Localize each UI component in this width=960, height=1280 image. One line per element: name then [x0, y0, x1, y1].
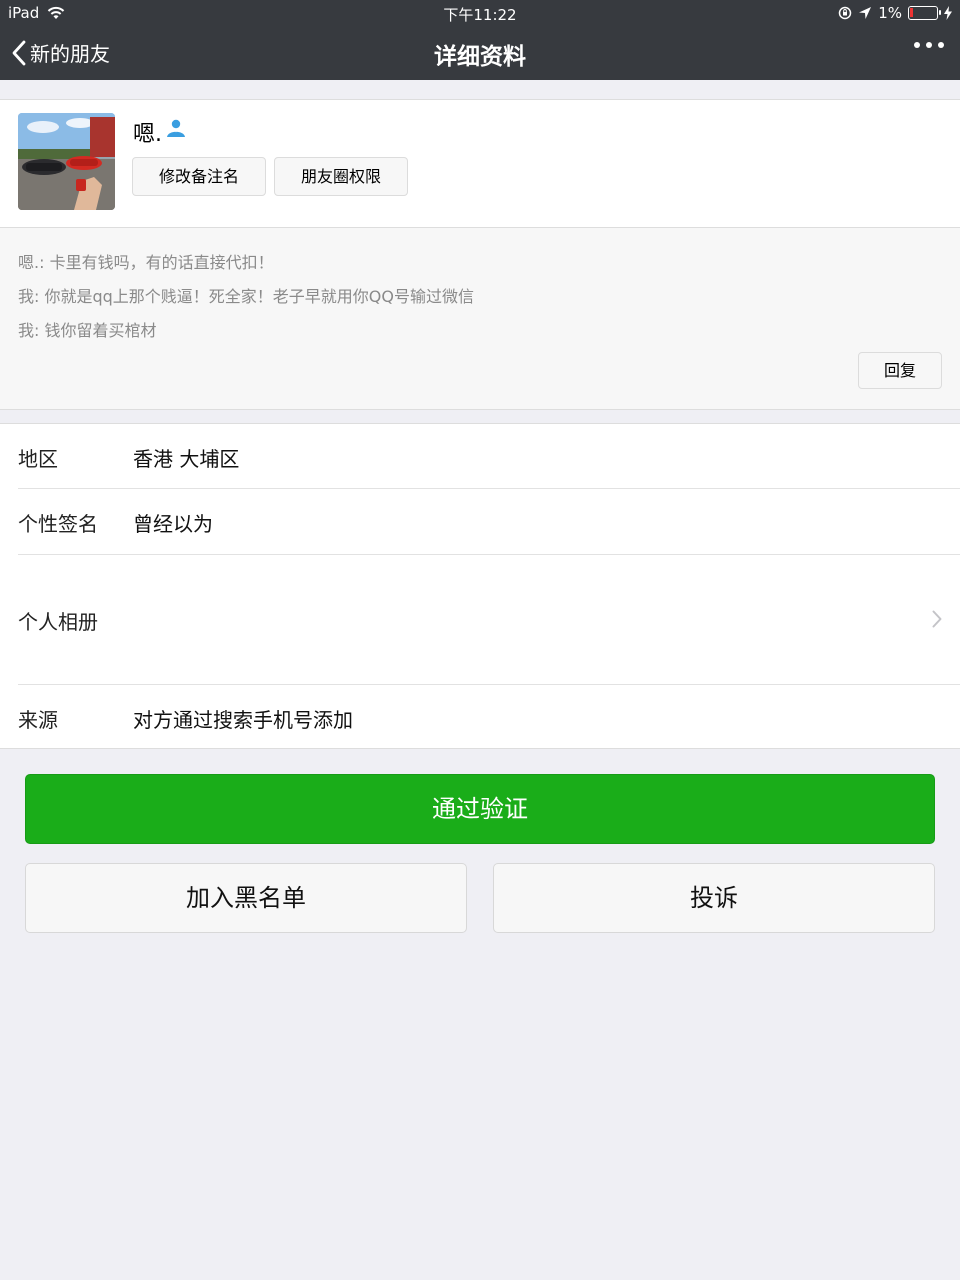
source-value: 对方通过搜索手机号添加 [133, 708, 353, 732]
album-row[interactable]: 个人相册 [0, 555, 960, 684]
avatar-photo [18, 113, 115, 210]
rotation-lock-icon [838, 6, 852, 20]
profile-card: 嗯. 修改备注名 朋友圈权限 [0, 99, 960, 228]
avatar[interactable] [18, 113, 115, 210]
top-bar: iPad 下午11:22 1% 新的朋友 详细资料 [0, 0, 960, 80]
more-dot-icon [914, 42, 920, 48]
add-to-blacklist-button[interactable]: 加入黑名单 [25, 863, 467, 933]
message-line: 嗯.: 卡里有钱吗，有的话直接代扣！ [18, 253, 274, 272]
source-row: 来源 对方通过搜索手机号添加 [0, 685, 960, 750]
report-button[interactable]: 投诉 [493, 863, 935, 933]
message-line: 我: 你就是qq上那个贱逼！死全家！老子早就用你QQ号输过微信 [18, 287, 474, 306]
reply-button[interactable]: 回复 [858, 352, 942, 389]
signature-label: 个性签名 [18, 512, 98, 536]
signature-value: 曾经以为 [133, 512, 213, 536]
verification-messages: 嗯.: 卡里有钱吗，有的话直接代扣！ 我: 你就是qq上那个贱逼！死全家！老子早… [0, 228, 960, 410]
nickname: 嗯. [133, 122, 162, 147]
message-line: 我: 钱你留着买棺材 [18, 321, 157, 340]
nav-bar: 新的朋友 详细资料 [0, 26, 960, 80]
contact-person-icon [167, 119, 185, 137]
status-bar: iPad 下午11:22 1% [0, 0, 960, 26]
approve-verification-button[interactable]: 通过验证 [25, 774, 935, 844]
signature-row: 个性签名 曾经以为 [0, 489, 960, 554]
region-row: 地区 香港 大埔区 [0, 424, 960, 489]
battery-percent: 1% [878, 4, 902, 22]
more-dot-icon [938, 42, 944, 48]
location-arrow-icon [859, 7, 872, 19]
page-title: 详细资料 [434, 44, 526, 70]
info-list: 地区 香港 大埔区 个性签名 曾经以为 个人相册 来源 对方通过搜索手机号添加 [0, 423, 960, 749]
chevron-right-icon [932, 610, 942, 628]
region-label: 地区 [18, 447, 58, 471]
status-right: 1% [838, 4, 952, 22]
edit-remark-button[interactable]: 修改备注名 [132, 157, 266, 196]
battery-icon [908, 6, 941, 20]
album-label: 个人相册 [18, 610, 98, 634]
more-button[interactable] [914, 42, 944, 48]
status-time: 下午11:22 [443, 6, 517, 24]
source-label: 来源 [18, 708, 58, 732]
moments-permission-button[interactable]: 朋友圈权限 [274, 157, 408, 196]
charging-bolt-icon [944, 6, 952, 20]
region-value: 香港 大埔区 [133, 447, 240, 471]
more-dot-icon [926, 42, 932, 48]
